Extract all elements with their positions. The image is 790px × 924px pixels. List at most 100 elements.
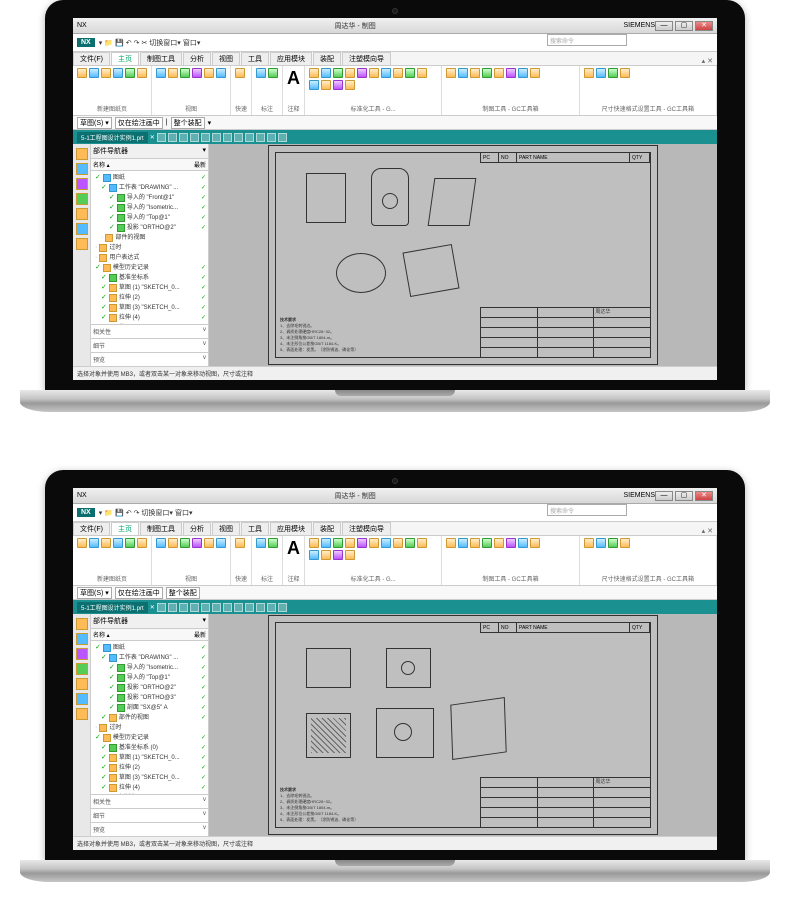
tree-row[interactable]: ✓模型历史记录✓ — [93, 263, 206, 273]
tool-icon[interactable] — [204, 68, 214, 78]
menu-item[interactable]: 💾 — [115, 509, 124, 517]
tool-icon[interactable] — [333, 538, 343, 548]
tree-row[interactable]: ·过时 — [93, 723, 206, 733]
tool-icon[interactable] — [309, 68, 319, 78]
tree-section[interactable]: 细节 v — [91, 338, 208, 352]
tab[interactable]: 制图工具 — [140, 52, 182, 65]
tree-row[interactable]: ✓投影 "ORTHO@2"✓ — [93, 223, 206, 233]
tool-icon[interactable] — [235, 538, 245, 548]
menu-item[interactable]: ▾ — [99, 509, 103, 517]
tool-icon[interactable] — [216, 538, 226, 548]
feat-icon[interactable] — [179, 133, 188, 142]
tool-icon[interactable] — [470, 538, 480, 548]
tree-row[interactable]: ✓投影 "ORTHO@3"✓ — [93, 693, 206, 703]
tool-icon[interactable] — [357, 68, 367, 78]
tool-icon[interactable] — [268, 538, 278, 548]
nav-icon[interactable] — [76, 648, 88, 660]
nav-icon[interactable] — [76, 163, 88, 175]
feat-icon[interactable] — [212, 133, 221, 142]
tool-icon[interactable] — [77, 538, 87, 548]
tool-icon[interactable] — [381, 68, 391, 78]
tool-icon[interactable] — [156, 68, 166, 78]
minimize-button[interactable]: — — [655, 21, 673, 31]
tool-icon[interactable] — [596, 538, 606, 548]
tool-icon[interactable] — [333, 68, 343, 78]
tool-icon[interactable] — [405, 68, 415, 78]
feat-icon[interactable] — [179, 603, 188, 612]
tool-icon[interactable] — [446, 68, 456, 78]
tool-icon[interactable] — [321, 538, 331, 548]
tab-file[interactable]: 文件(F) — [73, 522, 110, 535]
tree-row[interactable]: ✓图纸✓ — [93, 173, 206, 183]
feat-icon[interactable] — [201, 603, 210, 612]
tree-row[interactable]: ✓工作表 "DRAWING" ...✓ — [93, 653, 206, 663]
col-latest[interactable]: 最新 — [194, 630, 206, 639]
feat-icon[interactable] — [267, 603, 276, 612]
tool-icon[interactable] — [204, 538, 214, 548]
tool-icon[interactable] — [168, 68, 178, 78]
tree-row[interactable]: ✓导入的 "Top@1"✓ — [93, 673, 206, 683]
tool-icon[interactable] — [608, 538, 618, 548]
panel-menu-icon[interactable]: ▾ — [202, 616, 206, 626]
tool-icon[interactable] — [518, 68, 528, 78]
tool-icon[interactable] — [321, 550, 331, 560]
nav-icon[interactable] — [76, 193, 88, 205]
tool-icon[interactable] — [506, 68, 516, 78]
feat-icon[interactable] — [245, 133, 254, 142]
tab[interactable]: 装配 — [313, 52, 341, 65]
nav-icon[interactable] — [76, 693, 88, 705]
tree-row[interactable]: ✓草图 (3) "SKETCH_0...✓ — [93, 773, 206, 783]
tree-row[interactable]: ·过时 — [93, 243, 206, 253]
tree-row[interactable]: ✓拉伸 (2)✓ — [93, 293, 206, 303]
search-input[interactable]: 搜索命令 — [547, 504, 627, 516]
tool-icon[interactable] — [620, 68, 630, 78]
tool-icon[interactable] — [530, 538, 540, 548]
tool-icon[interactable] — [405, 538, 415, 548]
tree-row[interactable]: ·用户表达式 — [93, 253, 206, 263]
tab-home[interactable]: 主页 — [111, 522, 139, 535]
tool-icon[interactable] — [216, 68, 226, 78]
close-button[interactable]: ✕ — [695, 491, 713, 501]
tree-row[interactable]: ✓拉伸 (4)✓ — [93, 313, 206, 323]
minimize-button[interactable]: — — [655, 491, 673, 501]
tree-body[interactable]: ✓图纸✓✓工作表 "DRAWING" ...✓✓导入的 "Isometric..… — [91, 641, 208, 794]
tab[interactable]: 工具 — [241, 52, 269, 65]
tree-row[interactable]: ✓投影 "ORTHO@2"✓ — [93, 683, 206, 693]
tool-icon[interactable] — [156, 538, 166, 548]
tool-icon[interactable] — [345, 550, 355, 560]
menu-item[interactable]: 📁 — [104, 509, 113, 517]
tree-row[interactable]: ✓图纸✓ — [93, 643, 206, 653]
tool-icon[interactable] — [256, 538, 266, 548]
tool-icon[interactable] — [125, 538, 135, 548]
tool-icon[interactable] — [393, 68, 403, 78]
search-input[interactable]: 搜索命令 — [547, 34, 627, 46]
col-name[interactable]: 名称 ▴ — [93, 630, 110, 639]
drawing-canvas[interactable]: PC NO PART NAME QTY 技术要求 1、去除毛刺锐边。 2、调质处… — [209, 144, 717, 366]
feat-icon[interactable] — [278, 603, 287, 612]
tab[interactable]: 视图 — [212, 522, 240, 535]
tab[interactable]: 注塑模向导 — [342, 52, 391, 65]
feat-icon[interactable] — [245, 603, 254, 612]
tool-icon[interactable] — [309, 550, 319, 560]
tool-icon[interactable] — [381, 538, 391, 548]
feat-icon[interactable] — [190, 603, 199, 612]
feat-icon[interactable] — [157, 133, 166, 142]
feat-icon[interactable] — [201, 133, 210, 142]
feat-icon[interactable] — [168, 133, 177, 142]
tree-row[interactable]: ✓模型历史记录✓ — [93, 733, 206, 743]
feat-icon[interactable] — [223, 603, 232, 612]
ribbon-collapse-icon[interactable]: ▴ ✕ — [702, 57, 717, 65]
menu-item-window[interactable]: 窗口▾ — [175, 508, 193, 518]
tool-icon[interactable] — [113, 538, 123, 548]
tool-icon[interactable] — [417, 68, 427, 78]
nav-icon[interactable] — [76, 223, 88, 235]
tree-row[interactable]: ·部件的视图 — [93, 233, 206, 243]
tool-icon[interactable] — [309, 538, 319, 548]
nx-logo[interactable]: NX — [77, 508, 95, 517]
tree-row[interactable]: ✓基准坐标系 (0)✓ — [93, 743, 206, 753]
tab[interactable]: 应用模块 — [270, 522, 312, 535]
nav-icon[interactable] — [76, 618, 88, 630]
tool-icon[interactable] — [584, 68, 594, 78]
ribbon-collapse-icon[interactable]: ▴ ✕ — [702, 527, 717, 535]
nav-icon[interactable] — [76, 208, 88, 220]
